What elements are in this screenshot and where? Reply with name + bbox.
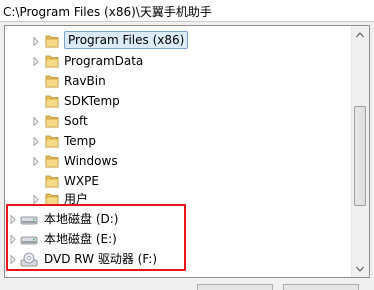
expand-arrow-icon[interactable] bbox=[9, 234, 17, 244]
tree-item-drive-d[interactable]: 本地磁盘 (D:) bbox=[5, 209, 350, 229]
folder-icon bbox=[45, 54, 59, 68]
tree-item-label: 本地磁盘 (D:) bbox=[44, 212, 119, 226]
tree-item-label: WXPE bbox=[64, 174, 99, 188]
folder-icon bbox=[45, 74, 59, 88]
tree-item-label: Temp bbox=[64, 134, 96, 148]
hard-drive-icon bbox=[20, 212, 38, 226]
scroll-down-button[interactable] bbox=[352, 260, 368, 277]
folder-icon bbox=[45, 154, 59, 168]
hard-drive-icon bbox=[20, 232, 38, 246]
expand-arrow-icon[interactable] bbox=[32, 36, 40, 46]
scrollbar-thumb[interactable] bbox=[354, 106, 366, 206]
tree-item-label: 本地磁盘 (E:) bbox=[44, 232, 117, 246]
folder-icon bbox=[45, 94, 59, 108]
expand-arrow-icon[interactable] bbox=[9, 254, 17, 264]
tree-item-label: 用户 bbox=[64, 192, 89, 206]
vertical-scrollbar[interactable] bbox=[351, 26, 369, 277]
expand-arrow-icon[interactable] bbox=[32, 136, 40, 146]
tree-item-label: DVD RW 驱动器 (F:) bbox=[44, 252, 158, 266]
folder-icon bbox=[45, 34, 59, 48]
expand-arrow-icon[interactable] bbox=[32, 116, 40, 126]
tree-item-program-files-x86[interactable]: Program Files (x86) bbox=[5, 31, 350, 51]
dvd-drive-icon bbox=[20, 252, 38, 267]
tree-item-label: RavBin bbox=[64, 74, 106, 88]
tree-item-ravbin[interactable]: RavBin bbox=[5, 71, 350, 91]
tree-item-users[interactable]: 用户 bbox=[5, 189, 350, 209]
tree-item-label: SDKTemp bbox=[64, 94, 120, 108]
tree-item-label: Windows bbox=[64, 154, 118, 168]
tree-item-windows[interactable]: Windows bbox=[5, 151, 350, 171]
expand-arrow-icon[interactable] bbox=[32, 56, 40, 66]
expand-arrow-icon[interactable] bbox=[32, 194, 40, 204]
dialog-button[interactable] bbox=[283, 284, 359, 290]
folder-icon bbox=[45, 174, 59, 188]
folder-icon bbox=[45, 134, 59, 148]
tree-item-label: Soft bbox=[64, 114, 88, 128]
tree-item-wxpe[interactable]: WXPE bbox=[5, 171, 350, 191]
path-field-text: C:\Program Files (x86)\天翼手机助手 bbox=[3, 5, 212, 19]
folder-icon bbox=[45, 114, 59, 128]
tree-item-label: Program Files (x86) bbox=[64, 31, 189, 49]
dialog-button[interactable] bbox=[197, 284, 273, 290]
folder-icon bbox=[45, 192, 59, 206]
tree-item-programdata[interactable]: ProgramData bbox=[5, 51, 350, 71]
tree-item-drive-e[interactable]: 本地磁盘 (E:) bbox=[5, 229, 350, 249]
tree-item-temp[interactable]: Temp bbox=[5, 131, 350, 151]
scroll-up-button[interactable] bbox=[352, 26, 368, 43]
tree-item-soft[interactable]: Soft bbox=[5, 111, 350, 131]
expand-arrow-icon[interactable] bbox=[9, 214, 17, 224]
folder-tree[interactable]: Program Files (x86) ProgramData RavBin S… bbox=[4, 25, 370, 278]
expand-arrow-icon[interactable] bbox=[32, 156, 40, 166]
path-field[interactable]: C:\Program Files (x86)\天翼手机助手 bbox=[0, 0, 374, 22]
tree-item-drive-f[interactable]: DVD RW 驱动器 (F:) bbox=[5, 249, 350, 269]
tree-item-sdktemp[interactable]: SDKTemp bbox=[5, 91, 350, 111]
tree-item-label: ProgramData bbox=[64, 54, 144, 68]
